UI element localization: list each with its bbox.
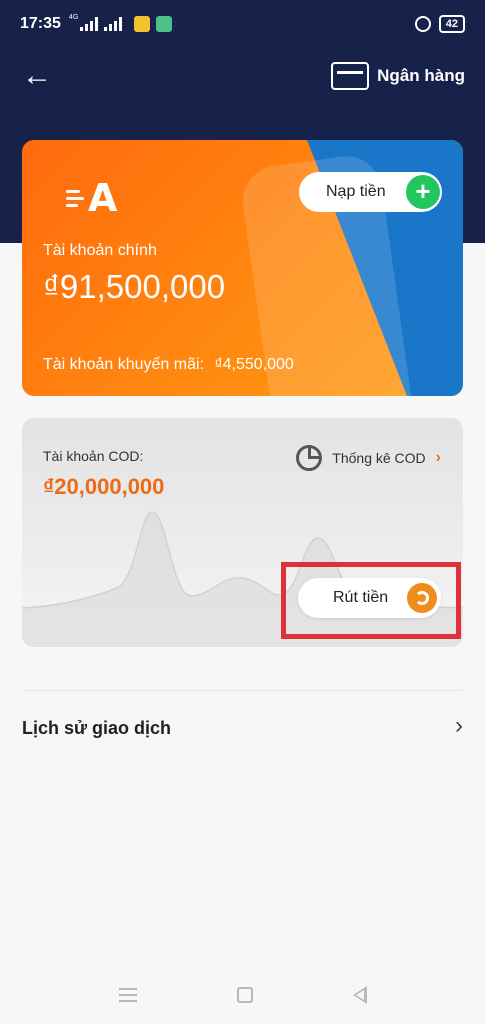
- promo-label: Tài khoản khuyến mãi:: [43, 356, 204, 373]
- cod-stats-label: Thống kê COD: [332, 450, 426, 466]
- chevron-right-icon: ›: [455, 712, 463, 739]
- cod-account-amount: ₫20,000,000: [43, 474, 165, 499]
- main-account-amount: ₫91,500,000: [43, 268, 226, 305]
- plus-icon: +: [406, 175, 440, 209]
- deposit-button[interactable]: Nạp tiền +: [299, 172, 442, 212]
- pie-chart-icon: [296, 445, 323, 471]
- battery-icon: 42: [438, 15, 465, 33]
- bank-label: Ngân hàng: [377, 66, 465, 85]
- promo-account: Tài khoản khuyến mãi: ₫4,550,000: [43, 356, 294, 374]
- signal-icon-2: [104, 17, 123, 31]
- notification-app-icon: [134, 16, 151, 32]
- status-bar: 17:35 4G 42: [0, 0, 485, 48]
- chevron-right-icon: ›: [435, 449, 441, 466]
- main-account-label: Tài khoản chính: [43, 242, 157, 259]
- divider: [22, 690, 463, 691]
- arrow-left-icon: ←: [22, 59, 52, 92]
- nav-menu-button[interactable]: [118, 988, 137, 1002]
- signal-icon: [80, 17, 99, 31]
- nav-back-button[interactable]: [352, 986, 367, 1004]
- system-nav-bar: [0, 966, 485, 1024]
- withdraw-label: Rút tiền: [333, 589, 389, 606]
- transaction-history-label: Lịch sử giao dịch: [22, 718, 172, 738]
- transaction-history-row[interactable]: Lịch sử giao dịch ›: [0, 700, 485, 756]
- notification-app-icon-2: [156, 16, 173, 32]
- alarm-icon: [414, 16, 431, 32]
- withdraw-button[interactable]: Rút tiền: [298, 578, 441, 618]
- network-type: 4G: [68, 14, 79, 21]
- status-time: 17:35: [20, 15, 61, 32]
- logo-letter-icon: A: [88, 176, 118, 220]
- app-header: ← Ngân hàng: [0, 48, 485, 106]
- credit-card-icon: [331, 62, 370, 90]
- promo-amount: ₫4,550,000: [214, 356, 294, 373]
- refresh-icon: [407, 583, 437, 613]
- cod-stats-link[interactable]: Thống kê COD ›: [296, 444, 441, 472]
- bank-button[interactable]: Ngân hàng: [331, 59, 465, 93]
- main-account-card: A Nạp tiền + Tài khoản chính ₫91,500,000…: [22, 140, 463, 396]
- app-logo: A: [66, 176, 122, 220]
- back-button[interactable]: ←: [22, 60, 54, 92]
- cod-account-label: Tài khoản COD:: [43, 448, 144, 464]
- deposit-label: Nạp tiền: [326, 183, 386, 200]
- nav-home-button[interactable]: [236, 987, 253, 1003]
